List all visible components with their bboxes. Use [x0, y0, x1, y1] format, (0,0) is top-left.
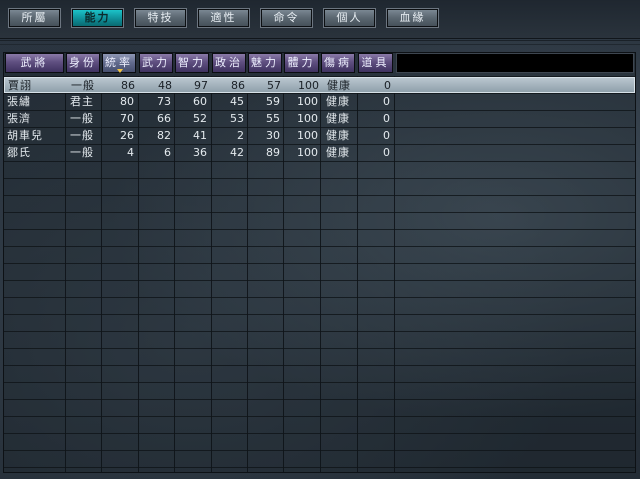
row-divider: [4, 382, 635, 383]
leadership-value: 26: [120, 129, 134, 142]
table-row[interactable]: 張濟 一般 70 66 52 53 55 100 健康 0: [4, 111, 635, 127]
row-divider: [4, 433, 635, 434]
leadership-value: 4: [127, 146, 134, 159]
war-value: 6: [164, 146, 171, 159]
officer-name: 鄒氏: [7, 146, 31, 159]
charm-value: 55: [266, 112, 280, 125]
row-divider: [4, 348, 635, 349]
row-divider: [4, 467, 635, 468]
intelligence-value: 41: [193, 129, 207, 142]
politics-value: 2: [237, 129, 244, 142]
tab-orders[interactable]: 命令: [260, 8, 313, 28]
intelligence-value: 60: [193, 95, 207, 108]
row-divider: [4, 450, 635, 451]
tab-affiliation[interactable]: 所屬: [8, 8, 61, 28]
tab-skills[interactable]: 特技: [134, 8, 187, 28]
item-count: 0: [384, 79, 391, 92]
tab-ability[interactable]: 能力: [71, 8, 124, 28]
item-count: 0: [383, 129, 390, 142]
health-status: 健康: [326, 95, 350, 108]
officer-name: 張濟: [7, 112, 31, 125]
officer-name: 胡車兒: [7, 129, 43, 142]
charm-value: 89: [266, 146, 280, 159]
leadership-value: 70: [120, 112, 134, 125]
officer-rank: 一般: [70, 112, 94, 125]
table-row[interactable]: 張繡 君主 80 73 60 45 59 100 健康 0: [4, 94, 635, 110]
officer-rank: 一般: [71, 79, 95, 92]
row-divider: [4, 178, 635, 179]
header-war[interactable]: 武力: [139, 53, 173, 73]
header-politics[interactable]: 政治: [212, 53, 246, 73]
intelligence-value: 36: [193, 146, 207, 159]
stamina-value: 100: [297, 129, 318, 142]
row-divider: [4, 229, 635, 230]
row-divider: [4, 280, 635, 281]
header-officer[interactable]: 武將: [5, 53, 64, 73]
officer-rank: 一般: [70, 129, 94, 142]
header-intelligence[interactable]: 智力: [175, 53, 209, 73]
charm-value: 30: [266, 129, 280, 142]
officer-rank: 君主: [70, 95, 94, 108]
row-divider: [4, 195, 635, 196]
table-row[interactable]: 鄒氏 一般 4 6 36 42 89 100 健康 0: [4, 145, 635, 161]
politics-value: 45: [230, 95, 244, 108]
item-count: 0: [383, 112, 390, 125]
row-divider: [4, 416, 635, 417]
charm-value: 59: [266, 95, 280, 108]
leadership-value: 86: [121, 79, 135, 92]
stamina-value: 100: [297, 146, 318, 159]
item-count: 0: [383, 146, 390, 159]
header-stamina[interactable]: 體力: [284, 53, 319, 73]
officer-name: 賈詡: [8, 79, 32, 92]
politics-value: 42: [230, 146, 244, 159]
stamina-value: 100: [298, 79, 319, 92]
header-charm[interactable]: 魅力: [248, 53, 282, 73]
divider: [0, 44, 640, 45]
politics-value: 86: [231, 79, 245, 92]
tab-bar: 所屬 能力 特技 適性 命令 個人 血緣: [0, 0, 640, 39]
row-divider: [4, 212, 635, 213]
charm-value: 57: [267, 79, 281, 92]
row-divider: [4, 314, 635, 315]
header-injury[interactable]: 傷病: [321, 53, 355, 73]
header-empty-area: [396, 53, 634, 73]
war-value: 82: [157, 129, 171, 142]
stamina-value: 100: [297, 95, 318, 108]
leadership-value: 80: [120, 95, 134, 108]
row-divider: [4, 297, 635, 298]
health-status: 健康: [326, 129, 350, 142]
header-items[interactable]: 道具: [358, 53, 393, 73]
row-divider: [4, 331, 635, 332]
health-status: 健康: [327, 79, 351, 92]
health-status: 健康: [326, 146, 350, 159]
intelligence-value: 97: [194, 79, 208, 92]
sort-indicator-icon: [117, 69, 123, 73]
health-status: 健康: [326, 112, 350, 125]
stamina-value: 100: [297, 112, 318, 125]
table-row[interactable]: 胡車兒 一般 26 82 41 2 30 100 健康 0: [4, 128, 635, 144]
officer-name: 張繡: [7, 95, 31, 108]
tab-lineage[interactable]: 血緣: [386, 8, 439, 28]
tab-aptitude[interactable]: 適性: [197, 8, 250, 28]
row-divider: [4, 246, 635, 247]
officer-rank: 一般: [70, 146, 94, 159]
divider: [0, 40, 640, 41]
row-divider: [4, 161, 635, 162]
header-rank[interactable]: 身份: [66, 53, 100, 73]
item-count: 0: [383, 95, 390, 108]
tab-personal[interactable]: 個人: [323, 8, 376, 28]
war-value: 48: [158, 79, 172, 92]
row-divider: [4, 263, 635, 264]
war-value: 73: [157, 95, 171, 108]
politics-value: 53: [230, 112, 244, 125]
intelligence-value: 52: [193, 112, 207, 125]
war-value: 66: [157, 112, 171, 125]
table-row[interactable]: 賈詡 一般 86 48 97 86 57 100 健康 0: [4, 77, 635, 93]
row-divider: [4, 399, 635, 400]
row-divider: [4, 365, 635, 366]
